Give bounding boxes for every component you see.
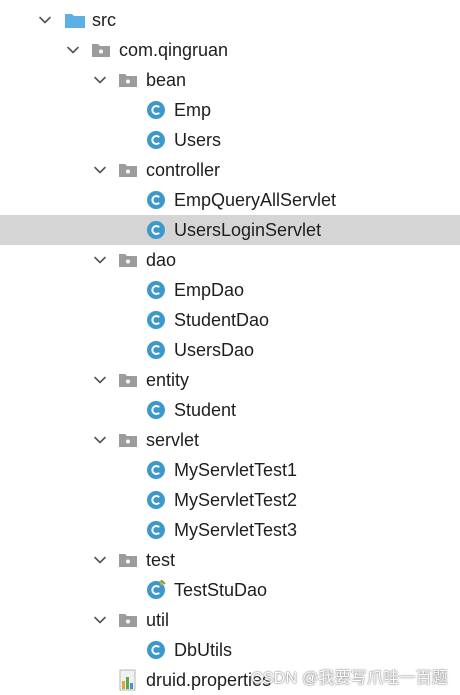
tree-row-student[interactable]: Student: [0, 395, 460, 425]
tree-row-test[interactable]: test: [0, 545, 460, 575]
watermark: CSDN @我要写爪哇一百题: [251, 670, 448, 687]
tree-item-label: com.qingruan: [119, 39, 229, 60]
tree-item-label: bean: [146, 69, 187, 90]
tree-row-myservlettest1[interactable]: MyServletTest1: [0, 455, 460, 485]
tree-row-util[interactable]: util: [0, 605, 460, 635]
class-icon: [146, 310, 166, 330]
class-icon: [146, 520, 166, 540]
package-icon: [118, 612, 138, 628]
tree-item-label: UsersLoginServlet: [174, 219, 322, 240]
tree-item-label: UsersDao: [174, 339, 255, 360]
class-icon: [146, 220, 166, 240]
tree-row-myservlettest2[interactable]: MyServletTest2: [0, 485, 460, 515]
tree-item-label: util: [146, 609, 170, 630]
tree-item-label: StudentDao: [174, 309, 270, 330]
tree-item-label: src: [92, 9, 116, 30]
tree-item-label: controller: [146, 159, 221, 180]
class-icon: [146, 460, 166, 480]
tree-row-dbutils[interactable]: DbUtils: [0, 635, 460, 665]
tree-row-empqueryallservlet[interactable]: EmpQueryAllServlet: [0, 185, 460, 215]
chevron-down-icon[interactable]: [92, 432, 108, 448]
tree-item-label: MyServletTest3: [174, 519, 298, 540]
package-icon: [118, 372, 138, 388]
tree-item-label: entity: [146, 369, 190, 390]
tree-item-label: EmpQueryAllServlet: [174, 189, 337, 210]
tree-row-teststudao[interactable]: TestStuDao: [0, 575, 460, 605]
package-icon: [118, 252, 138, 268]
tree-row-usersloginservlet[interactable]: UsersLoginServlet: [0, 215, 460, 245]
tree-row-emp[interactable]: Emp: [0, 95, 460, 125]
tree-row-entity[interactable]: entity: [0, 365, 460, 395]
class-icon: [146, 640, 166, 660]
package-icon: [118, 432, 138, 448]
tree-row-myservlettest3[interactable]: MyServletTest3: [0, 515, 460, 545]
properties-file-icon: [118, 669, 138, 691]
tree-row-src[interactable]: src: [0, 5, 460, 35]
class-icon: [146, 280, 166, 300]
class-icon: [146, 400, 166, 420]
tree-row-dao[interactable]: dao: [0, 245, 460, 275]
tree-item-label: test: [146, 549, 176, 570]
chevron-down-icon[interactable]: [92, 252, 108, 268]
tree-item-label: dao: [146, 249, 177, 270]
tree-row-users[interactable]: Users: [0, 125, 460, 155]
tree-item-label: MyServletTest1: [174, 459, 298, 480]
source-folder-icon: [64, 11, 86, 29]
package-icon: [118, 72, 138, 88]
chevron-down-icon[interactable]: [92, 162, 108, 178]
tree-item-label: TestStuDao: [174, 579, 268, 600]
tree-item-label: DbUtils: [174, 639, 233, 660]
tree-item-label: servlet: [146, 429, 200, 450]
tree-row-controller[interactable]: controller: [0, 155, 460, 185]
tree-item-label: Student: [174, 399, 237, 420]
tree-row-empdao[interactable]: EmpDao: [0, 275, 460, 305]
class-icon: [146, 130, 166, 150]
chevron-down-icon[interactable]: [37, 12, 53, 28]
test-class-icon: [146, 580, 166, 600]
chevron-down-icon[interactable]: [65, 42, 81, 58]
tree-row-servlet[interactable]: servlet: [0, 425, 460, 455]
class-icon: [146, 340, 166, 360]
tree-row-usersdao[interactable]: UsersDao: [0, 335, 460, 365]
class-icon: [146, 190, 166, 210]
package-icon: [91, 42, 111, 58]
tree-item-label: Users: [174, 129, 222, 150]
tree-row-bean[interactable]: bean: [0, 65, 460, 95]
tree-item-label: EmpDao: [174, 279, 245, 300]
package-icon: [118, 552, 138, 568]
chevron-down-icon[interactable]: [92, 612, 108, 628]
class-icon: [146, 490, 166, 510]
chevron-down-icon[interactable]: [92, 552, 108, 568]
tree-item-label: MyServletTest2: [174, 489, 298, 510]
class-icon: [146, 100, 166, 120]
tree-item-label: Emp: [174, 99, 212, 120]
package-icon: [118, 162, 138, 178]
chevron-down-icon[interactable]: [92, 72, 108, 88]
tree-row-com-qingruan[interactable]: com.qingruan: [0, 35, 460, 65]
tree-row-studentdao[interactable]: StudentDao: [0, 305, 460, 335]
chevron-down-icon[interactable]: [92, 372, 108, 388]
